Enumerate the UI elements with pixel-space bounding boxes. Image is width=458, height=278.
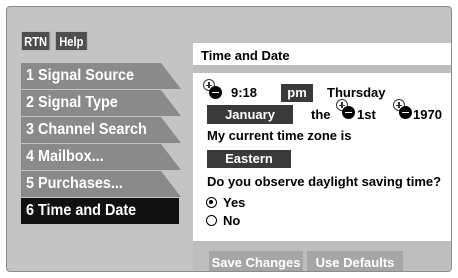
- use-defaults-button[interactable]: Use Defaults: [307, 251, 403, 271]
- page-title: Time and Date: [193, 43, 451, 65]
- dst-yes-label[interactable]: Yes: [223, 195, 245, 210]
- dst-yes-radio-icon[interactable]: [206, 197, 217, 208]
- content-area: Time and Date 9:18 pm Thursday January t…: [193, 43, 451, 271]
- time-value[interactable]: 9:18: [231, 85, 257, 100]
- timezone-label: My current time zone is: [207, 128, 352, 143]
- save-changes-button[interactable]: Save Changes: [209, 251, 303, 271]
- year-value: 1970: [413, 107, 442, 122]
- menu-item-time-and-date[interactable]: 6 Time and Date: [21, 198, 179, 224]
- help-button[interactable]: Help: [55, 31, 88, 51]
- the-label: the: [311, 107, 331, 122]
- day-stepper-icon[interactable]: [336, 99, 356, 119]
- ampm-value[interactable]: pm: [281, 84, 313, 102]
- menu-item-label: 2 Signal Type: [26, 94, 118, 111]
- day-value: 1st: [357, 107, 376, 122]
- dst-no-label[interactable]: No: [223, 213, 240, 228]
- year-stepper-icon[interactable]: [393, 99, 413, 119]
- menu-item-signal-source[interactable]: 1 Signal Source: [21, 63, 181, 89]
- menu-item-label: 5 Purchases...: [26, 175, 123, 192]
- dst-no-radio-icon[interactable]: [206, 215, 217, 226]
- timezone-select[interactable]: Eastern: [207, 150, 291, 168]
- menu-item-purchases[interactable]: 5 Purchases...: [21, 171, 181, 197]
- time-stepper-icon[interactable]: [203, 79, 223, 99]
- weekday-value: Thursday: [327, 85, 386, 100]
- menu-item-label: 3 Channel Search: [26, 121, 147, 138]
- menu-item-label: 6 Time and Date: [26, 202, 137, 219]
- menu-item-channel-search[interactable]: 3 Channel Search: [21, 117, 181, 143]
- settings-window: RTN Help 1 Signal Source 2 Signal Type 3…: [6, 6, 452, 272]
- month-select[interactable]: January: [207, 105, 293, 124]
- rtn-button[interactable]: RTN: [21, 31, 51, 51]
- menu-item-mailbox[interactable]: 4 Mailbox...: [21, 144, 181, 170]
- menu-item-signal-type[interactable]: 2 Signal Type: [21, 90, 181, 116]
- menu-item-label: 4 Mailbox...: [26, 148, 104, 165]
- time-date-panel: 9:18 pm Thursday January the 1st 1970 My…: [193, 73, 451, 241]
- menu-item-label: 1 Signal Source: [26, 67, 135, 84]
- dst-question: Do you observe daylight saving time?: [207, 174, 442, 189]
